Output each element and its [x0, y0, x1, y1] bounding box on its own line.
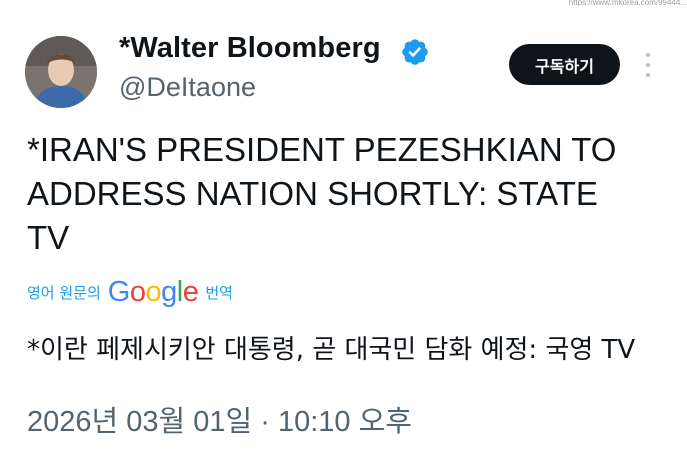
more-options-icon[interactable] — [641, 53, 655, 77]
google-logo: Google — [107, 275, 199, 308]
tweet-text: *IRAN'S PRESIDENT PEZESHKIAN TO ADDRESS … — [27, 128, 667, 260]
tweet-timestamp[interactable]: 2026년 03월 01일 · 10:10 오후 — [27, 398, 412, 440]
subscribe-button[interactable]: 구독하기 — [509, 44, 620, 85]
avatar[interactable] — [25, 36, 97, 108]
tweet-line: TV — [27, 219, 70, 256]
avatar-image — [25, 36, 97, 108]
author-display-name[interactable]: *Walter Bloomberg — [119, 32, 381, 65]
verified-badge-icon — [402, 39, 428, 65]
author-handle[interactable]: @DeItaone — [119, 72, 256, 103]
translation-prefix: 영어 원문의 — [27, 283, 101, 302]
translated-text: *이란 페제시키안 대통령, 곧 대국민 담화 예정: 국영 TV — [27, 335, 636, 365]
translation-suffix: 번역 — [205, 283, 233, 302]
translation-attribution[interactable]: 영어 원문의 Google 번역 — [27, 276, 233, 308]
url-fragment: https://www.mkorea.com/99444... — [568, 0, 687, 6]
tweet-line: *IRAN'S PRESIDENT PEZESHKIAN TO — [27, 131, 617, 168]
tweet-line: ADDRESS NATION SHORTLY: STATE — [27, 175, 598, 212]
